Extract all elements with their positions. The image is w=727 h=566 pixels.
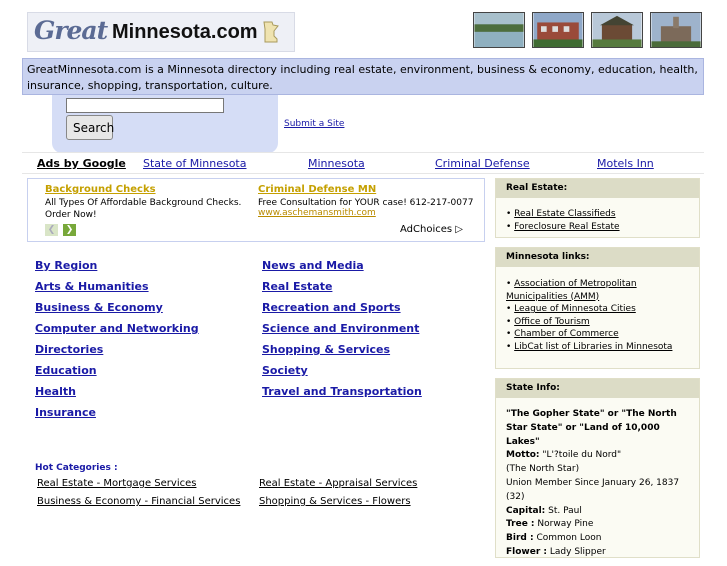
ad-link-state-of-minnesota[interactable]: State of Minnesota — [143, 157, 247, 170]
tree-label: Tree : — [506, 519, 535, 530]
adchoices-label: AdChoices — [400, 224, 453, 235]
ad-prev-arrow-icon[interactable]: ❮ — [45, 224, 58, 236]
category-arts-humanities[interactable]: Arts & Humanities — [35, 280, 149, 293]
motto-label: Motto: — [506, 450, 540, 461]
minnesota-map-icon — [263, 21, 279, 43]
link-foreclosure-real-estate[interactable]: Foreclosure Real Estate — [514, 222, 619, 232]
tree-value: Norway Pine — [537, 519, 594, 530]
search-input[interactable] — [66, 98, 224, 113]
category-shopping-services[interactable]: Shopping & Services — [262, 343, 390, 356]
state-union-date: Union Member Since January 26, 1837 (32) — [506, 477, 680, 502]
ad-title-background-checks[interactable]: Background Checks — [45, 184, 156, 195]
cabin-photo — [591, 12, 643, 48]
link-real-estate-classifieds[interactable]: Real Estate Classifieds — [514, 209, 615, 219]
link-chamber-of-commerce[interactable]: Chamber of Commerce — [514, 329, 618, 339]
ad-next-arrow-icon[interactable]: ❯ — [63, 224, 76, 236]
ads-by-google-label[interactable]: Ads by Google — [37, 157, 126, 170]
ad-box: Background Checks All Types Of Affordabl… — [27, 178, 485, 242]
ad-url-criminal-defense[interactable]: www.aschemansmith.com — [258, 208, 376, 218]
category-business-economy[interactable]: Business & Economy — [35, 301, 163, 314]
state-motto-translation: (The North Star) — [506, 464, 580, 475]
motto-value: "L'?toile du Nord" — [542, 450, 622, 461]
sidebar-real-estate-title: Real Estate: — [496, 179, 699, 198]
building-photo — [532, 12, 584, 48]
hot-link-financial[interactable]: Business & Economy - Financial Services — [37, 496, 240, 507]
category-society[interactable]: Society — [262, 364, 308, 377]
list-item: LibCat list of Libraries in Minnesota — [506, 341, 689, 354]
ad-link-minnesota[interactable]: Minnesota — [308, 157, 365, 170]
adchoices-icon: ▷ — [455, 224, 463, 235]
category-real-estate[interactable]: Real Estate — [262, 280, 332, 293]
link-office-of-tourism[interactable]: Office of Tourism — [514, 317, 590, 327]
list-item: Association of Metropolitan Municipaliti… — [506, 278, 689, 303]
ad-link-motels-inn[interactable]: Motels Inn — [597, 157, 654, 170]
category-education[interactable]: Education — [35, 364, 97, 377]
state-nickname: "The Gopher State" or "The North Star St… — [506, 409, 677, 447]
category-health[interactable]: Health — [35, 385, 76, 398]
state-motto: Motto: "L'?toile du Nord" — [506, 449, 689, 463]
flower-label: Flower : — [506, 546, 548, 557]
header-photo-strip — [473, 12, 702, 51]
bird-value: Common Loon — [536, 533, 602, 544]
hot-link-appraisal[interactable]: Real Estate - Appraisal Services — [259, 478, 417, 489]
sidebar-state-info-title: State Info: — [496, 379, 699, 398]
sidebar-state-info-box: State Info: "The Gopher State" or "The N… — [495, 378, 700, 558]
capital-label: Capital: — [506, 505, 546, 516]
lake-photo — [473, 12, 525, 48]
link-libcat[interactable]: LibCat list of Libraries in Minnesota — [514, 342, 672, 352]
list-item: Real Estate Classifieds — [506, 208, 689, 221]
category-science-environment[interactable]: Science and Environment — [262, 322, 419, 335]
capitol-photo — [650, 12, 702, 48]
category-directories[interactable]: Directories — [35, 343, 103, 356]
search-button[interactable]: Search — [66, 115, 114, 140]
state-capital: Capital: St. Paul — [506, 505, 689, 519]
category-computer-networking[interactable]: Computer and Networking — [35, 322, 199, 335]
hot-link-flowers[interactable]: Shopping & Services - Flowers — [259, 496, 411, 507]
list-item: Office of Tourism — [506, 316, 689, 329]
submit-site-link[interactable]: Submit a Site — [284, 119, 344, 129]
ads-link-bar: Ads by Google State of Minnesota Minneso… — [22, 152, 704, 174]
list-item: Chamber of Commerce — [506, 328, 689, 341]
bird-label: Bird : — [506, 533, 534, 544]
state-tree: Tree : Norway Pine — [506, 518, 689, 532]
ad-title-criminal-defense[interactable]: Criminal Defense MN — [258, 184, 376, 195]
hot-link-mortgage[interactable]: Real Estate - Mortgage Services — [37, 478, 196, 489]
link-league-of-cities[interactable]: League of Minnesota Cities — [514, 304, 636, 314]
link-amm[interactable]: Association of Metropolitan Municipaliti… — [506, 279, 637, 302]
logo-great-text: Great — [34, 16, 108, 45]
state-bird: Bird : Common Loon — [506, 532, 689, 546]
list-item: League of Minnesota Cities — [506, 303, 689, 316]
ad-body-background-checks: All Types Of Affordable Background Check… — [45, 198, 242, 220]
category-travel-transportation[interactable]: Travel and Transportation — [262, 385, 422, 398]
site-description: GreatMinnesota.com is a Minnesota direct… — [22, 58, 704, 95]
capital-value: St. Paul — [548, 505, 582, 516]
hot-categories-title: Hot Categories : — [35, 463, 118, 473]
adchoices-link[interactable]: AdChoices ▷ — [400, 224, 463, 235]
category-by-region[interactable]: By Region — [35, 259, 97, 272]
flower-value: Lady Slipper — [549, 546, 606, 557]
state-flower: Flower : Lady Slipper — [506, 546, 689, 560]
site-logo[interactable]: Great Minnesota.com — [27, 12, 295, 52]
sidebar-real-estate-box: Real Estate: Real Estate Classifieds For… — [495, 178, 700, 238]
list-item: Foreclosure Real Estate — [506, 221, 689, 234]
category-recreation-sports[interactable]: Recreation and Sports — [262, 301, 401, 314]
category-news-media[interactable]: News and Media — [262, 259, 364, 272]
logo-domain-text: Minnesota.com — [112, 21, 258, 43]
ad-link-criminal-defense[interactable]: Criminal Defense — [435, 157, 530, 170]
category-insurance[interactable]: Insurance — [35, 406, 96, 419]
sidebar-mn-links-box: Minnesota links: Association of Metropol… — [495, 247, 700, 369]
sidebar-mn-links-title: Minnesota links: — [496, 248, 699, 267]
